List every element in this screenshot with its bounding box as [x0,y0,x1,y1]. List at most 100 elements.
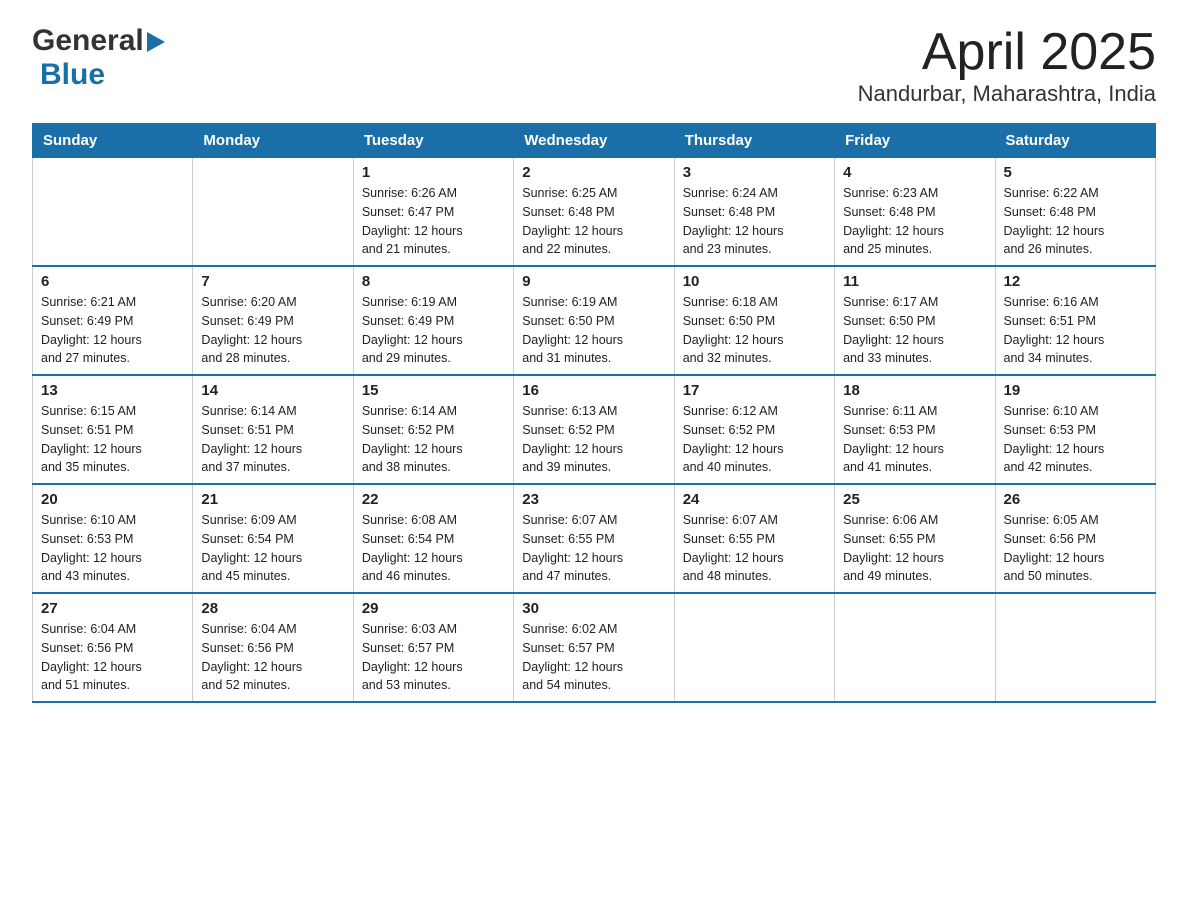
day-info: Sunrise: 6:04 AMSunset: 6:56 PMDaylight:… [201,620,344,695]
calendar-cell [193,158,353,267]
calendar-header: SundayMondayTuesdayWednesdayThursdayFrid… [33,124,1156,158]
day-number: 13 [41,382,184,399]
calendar-cell: 13 Sunrise: 6:15 AMSunset: 6:51 PMDayligh… [33,375,193,484]
logo-blue-text: Blue [40,58,105,91]
day-number: 19 [1004,382,1147,399]
day-header-saturday: Saturday [995,124,1155,158]
day-info: Sunrise: 6:06 AMSunset: 6:55 PMDaylight:… [843,511,986,586]
day-number: 26 [1004,491,1147,508]
day-number: 20 [41,491,184,508]
day-header-friday: Friday [835,124,995,158]
calendar-cell: 1Sunrise: 6:26 AMSunset: 6:47 PMDaylight… [353,158,513,267]
calendar-cell: 28 Sunrise: 6:04 AMSunset: 6:56 PMDayligh… [193,593,353,702]
day-number: 12 [1004,273,1147,290]
day-number: 3 [683,164,826,181]
calendar-cell: 19 Sunrise: 6:10 AMSunset: 6:53 PMDayligh… [995,375,1155,484]
day-number: 5 [1004,164,1147,181]
day-number: 17 [683,382,826,399]
logo-general-text: General [32,24,144,58]
day-number: 6 [41,273,184,290]
calendar-cell: 17 Sunrise: 6:12 AMSunset: 6:52 PMDayligh… [674,375,834,484]
day-number: 9 [522,273,665,290]
calendar-cell: 22 Sunrise: 6:08 AMSunset: 6:54 PMDayligh… [353,484,513,593]
page-header: General Blue April 2025 Nandurbar, Mahar… [32,24,1156,107]
calendar-cell: 10Sunrise: 6:18 AMSunset: 6:50 PMDayligh… [674,266,834,375]
calendar-cell: 20 Sunrise: 6:10 AMSunset: 6:53 PMDayligh… [33,484,193,593]
day-number: 11 [843,273,986,290]
day-number: 24 [683,491,826,508]
day-number: 10 [683,273,826,290]
day-number: 22 [362,491,505,508]
day-number: 25 [843,491,986,508]
day-header-tuesday: Tuesday [353,124,513,158]
calendar-cell: 14Sunrise: 6:14 AMSunset: 6:51 PMDayligh… [193,375,353,484]
day-number: 28 [201,600,344,617]
day-info: Sunrise: 6:15 AMSunset: 6:51 PMDaylight:… [41,402,184,477]
calendar-cell: 16 Sunrise: 6:13 AMSunset: 6:52 PMDayligh… [514,375,674,484]
day-number: 29 [362,600,505,617]
day-number: 18 [843,382,986,399]
day-info: Sunrise: 6:13 AMSunset: 6:52 PMDaylight:… [522,402,665,477]
day-info: Sunrise: 6:05 AMSunset: 6:56 PMDaylight:… [1004,511,1147,586]
location-text: Nandurbar, Maharashtra, India [858,81,1156,107]
days-header-row: SundayMondayTuesdayWednesdayThursdayFrid… [33,124,1156,158]
day-info: Sunrise: 6:21 AMSunset: 6:49 PMDaylight:… [41,293,184,368]
day-info: Sunrise: 6:10 AMSunset: 6:53 PMDaylight:… [1004,402,1147,477]
calendar-cell: 27Sunrise: 6:04 AMSunset: 6:56 PMDayligh… [33,593,193,702]
month-title: April 2025 [858,24,1156,81]
day-info: Sunrise: 6:03 AMSunset: 6:57 PMDaylight:… [362,620,505,695]
day-number: 16 [522,382,665,399]
calendar-cell: 15 Sunrise: 6:14 AMSunset: 6:52 PMDayligh… [353,375,513,484]
calendar-cell [995,593,1155,702]
logo-arrow-icon [147,32,165,52]
week-row-2: 6 Sunrise: 6:21 AMSunset: 6:49 PMDaylight… [33,266,1156,375]
logo: General Blue [32,24,165,92]
day-info: Sunrise: 6:08 AMSunset: 6:54 PMDaylight:… [362,511,505,586]
day-info: Sunrise: 6:04 AMSunset: 6:56 PMDaylight:… [41,620,184,695]
day-header-wednesday: Wednesday [514,124,674,158]
calendar-cell: 4Sunrise: 6:23 AMSunset: 6:48 PMDaylight… [835,158,995,267]
week-row-1: 1Sunrise: 6:26 AMSunset: 6:47 PMDaylight… [33,158,1156,267]
calendar-cell: 23 Sunrise: 6:07 AMSunset: 6:55 PMDayligh… [514,484,674,593]
calendar-cell: 3Sunrise: 6:24 AMSunset: 6:48 PMDaylight… [674,158,834,267]
day-info: Sunrise: 6:11 AMSunset: 6:53 PMDaylight:… [843,402,986,477]
day-info: Sunrise: 6:26 AMSunset: 6:47 PMDaylight:… [362,184,505,259]
day-info: Sunrise: 6:19 AMSunset: 6:50 PMDaylight:… [522,293,665,368]
calendar-cell: 2 Sunrise: 6:25 AMSunset: 6:48 PMDaylight… [514,158,674,267]
calendar-cell: 8Sunrise: 6:19 AMSunset: 6:49 PMDaylight… [353,266,513,375]
day-info: Sunrise: 6:19 AMSunset: 6:49 PMDaylight:… [362,293,505,368]
calendar-cell [835,593,995,702]
day-info: Sunrise: 6:25 AMSunset: 6:48 PMDaylight:… [522,184,665,259]
week-row-5: 27Sunrise: 6:04 AMSunset: 6:56 PMDayligh… [33,593,1156,702]
day-number: 15 [362,382,505,399]
week-row-4: 20 Sunrise: 6:10 AMSunset: 6:53 PMDayligh… [33,484,1156,593]
day-number: 2 [522,164,665,181]
calendar-cell: 6 Sunrise: 6:21 AMSunset: 6:49 PMDaylight… [33,266,193,375]
day-info: Sunrise: 6:16 AMSunset: 6:51 PMDaylight:… [1004,293,1147,368]
calendar-cell: 7Sunrise: 6:20 AMSunset: 6:49 PMDaylight… [193,266,353,375]
calendar-cell: 29 Sunrise: 6:03 AMSunset: 6:57 PMDayligh… [353,593,513,702]
calendar-cell: 18 Sunrise: 6:11 AMSunset: 6:53 PMDayligh… [835,375,995,484]
calendar-cell: 26 Sunrise: 6:05 AMSunset: 6:56 PMDayligh… [995,484,1155,593]
calendar-cell: 5 Sunrise: 6:22 AMSunset: 6:48 PMDaylight… [995,158,1155,267]
day-header-sunday: Sunday [33,124,193,158]
day-info: Sunrise: 6:12 AMSunset: 6:52 PMDaylight:… [683,402,826,477]
calendar-cell: 11Sunrise: 6:17 AMSunset: 6:50 PMDayligh… [835,266,995,375]
day-info: Sunrise: 6:07 AMSunset: 6:55 PMDaylight:… [683,511,826,586]
calendar-cell: 9 Sunrise: 6:19 AMSunset: 6:50 PMDaylight… [514,266,674,375]
day-info: Sunrise: 6:22 AMSunset: 6:48 PMDaylight:… [1004,184,1147,259]
calendar-cell [674,593,834,702]
day-info: Sunrise: 6:09 AMSunset: 6:54 PMDaylight:… [201,511,344,586]
calendar-cell: 24 Sunrise: 6:07 AMSunset: 6:55 PMDayligh… [674,484,834,593]
day-number: 23 [522,491,665,508]
day-info: Sunrise: 6:10 AMSunset: 6:53 PMDaylight:… [41,511,184,586]
day-info: Sunrise: 6:07 AMSunset: 6:55 PMDaylight:… [522,511,665,586]
day-info: Sunrise: 6:02 AMSunset: 6:57 PMDaylight:… [522,620,665,695]
calendar-cell: 21 Sunrise: 6:09 AMSunset: 6:54 PMDayligh… [193,484,353,593]
day-info: Sunrise: 6:14 AMSunset: 6:52 PMDaylight:… [362,402,505,477]
calendar-cell: 12 Sunrise: 6:16 AMSunset: 6:51 PMDayligh… [995,266,1155,375]
day-number: 21 [201,491,344,508]
day-number: 30 [522,600,665,617]
calendar-cell [33,158,193,267]
calendar-cell: 25 Sunrise: 6:06 AMSunset: 6:55 PMDayligh… [835,484,995,593]
